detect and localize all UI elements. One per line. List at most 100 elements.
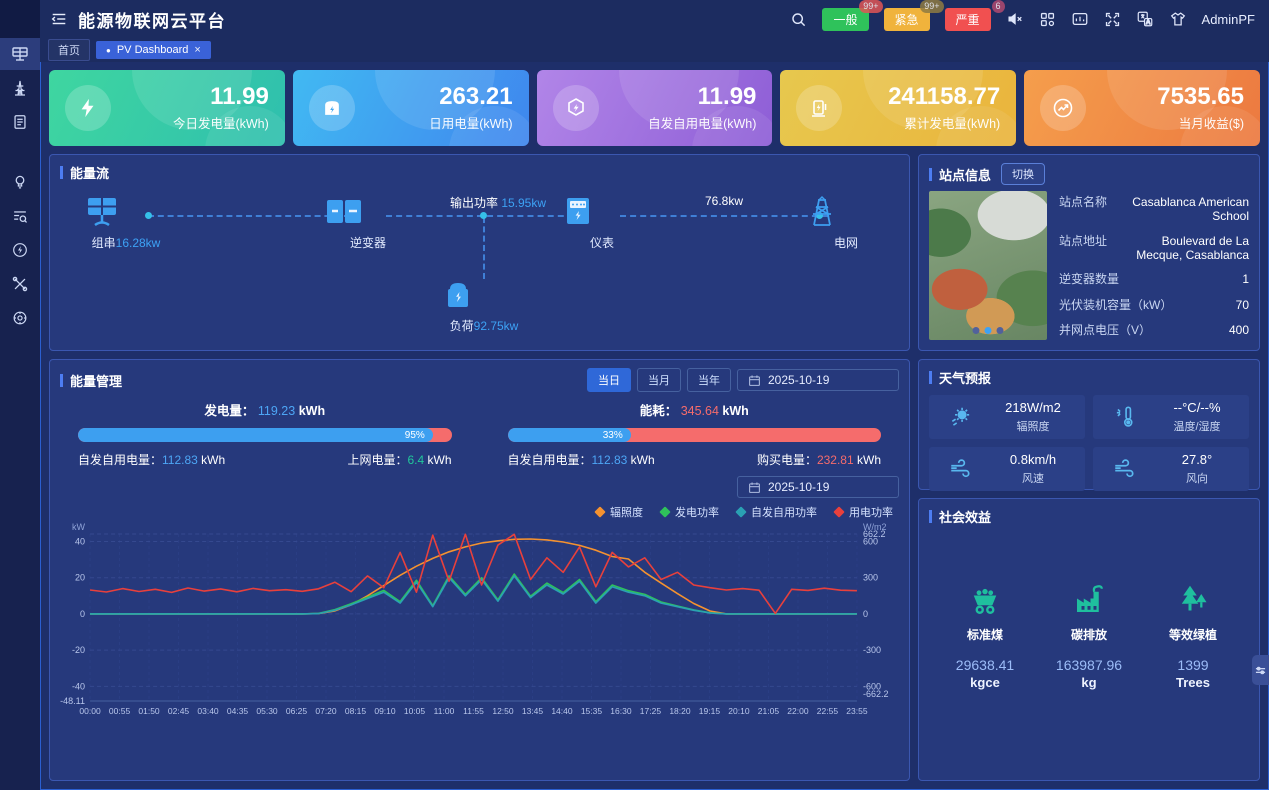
social-unit: Trees xyxy=(1148,675,1238,690)
alarm-badge-general[interactable]: 一般 99+ xyxy=(822,8,868,31)
hexagon-bolt-icon xyxy=(553,85,599,131)
mute-icon[interactable] xyxy=(1006,10,1024,28)
sidebar-item-maintenance[interactable] xyxy=(0,268,40,300)
svg-text:0: 0 xyxy=(80,609,85,619)
svg-text:06:25: 06:25 xyxy=(286,706,308,716)
svg-text:11:55: 11:55 xyxy=(463,706,484,716)
social-value: 163987.96 xyxy=(1044,657,1134,673)
search-icon[interactable] xyxy=(790,11,807,28)
power-line-chart: 00:0000:5501:5002:4503:4004:3505:3006:25… xyxy=(50,522,909,727)
user-name[interactable]: AdminPF xyxy=(1202,12,1255,27)
carousel-dot[interactable] xyxy=(997,327,1004,334)
tab-home[interactable]: 首页 xyxy=(48,39,90,61)
social-benefits-panel: 社会效益 标准煤 29638.41 kgce xyxy=(918,498,1260,781)
site-field-row: 站点名称 Casablanca American School xyxy=(1059,193,1249,223)
svg-text:kW: kW xyxy=(72,522,86,532)
factory-icon xyxy=(1044,578,1134,618)
apps-grid-icon[interactable] xyxy=(1039,11,1056,28)
svg-text:05:30: 05:30 xyxy=(256,706,278,716)
alarm-badge-urgent[interactable]: 紧急 99+ xyxy=(884,8,930,31)
social-item-carbon: 碳排放 163987.96 kg xyxy=(1044,578,1134,690)
panel-title-social: 社会效益 xyxy=(929,507,991,526)
alarm-badge-critical-label: 严重 xyxy=(956,13,980,27)
tab-close-icon[interactable]: × xyxy=(194,44,200,56)
card-daily-consumption: 263.21 日用电量(kWh) xyxy=(293,70,529,146)
flow-node-pv: 组串16.28kw xyxy=(81,194,171,251)
trees-icon xyxy=(1148,578,1238,618)
legend-generation-power[interactable]: 发电功率 xyxy=(661,504,719,520)
svg-text:07:20: 07:20 xyxy=(315,706,337,716)
calendar-icon xyxy=(748,374,761,387)
social-unit: kg xyxy=(1044,675,1134,690)
card-today-generation: 11.99 今日发电量(kWh) xyxy=(49,70,285,146)
fullscreen-icon[interactable] xyxy=(1104,11,1121,28)
consumption-progress-bar: 33% xyxy=(508,428,882,442)
charging-station-icon xyxy=(796,85,842,131)
trend-icon xyxy=(1040,85,1086,131)
meter-node-label: 仪表 xyxy=(557,234,647,251)
theme-icon[interactable] xyxy=(1169,10,1187,28)
range-tab-year[interactable]: 当年 xyxy=(687,368,731,392)
carousel-dot[interactable] xyxy=(973,327,980,334)
weather-label: 辐照度 xyxy=(987,418,1079,434)
weather-label: 温度/湿度 xyxy=(1151,418,1243,434)
list-search-icon xyxy=(11,207,29,225)
solar-panel-icon xyxy=(10,44,30,64)
feed-in-stat: 上网电量：6.4 kWh xyxy=(347,451,451,468)
inverter-node-label: 逆变器 xyxy=(323,234,413,251)
social-value: 29638.41 xyxy=(940,657,1030,673)
panel-title-weather: 天气预报 xyxy=(929,368,991,387)
site-photo[interactable] xyxy=(929,191,1047,340)
sidebar-item-device-list[interactable] xyxy=(0,200,40,232)
card-self-consumption: 11.99 自发自用电量(kWh) xyxy=(537,70,773,146)
energy-flow-panel: 能量流 输出功率 15.95kw 76.8kw xyxy=(49,154,910,351)
svg-text:22:55: 22:55 xyxy=(817,706,839,716)
inverter-icon xyxy=(323,194,413,230)
weather-value: --°C/--% xyxy=(1151,400,1243,415)
svg-text:20:10: 20:10 xyxy=(728,706,750,716)
consumption-percent-label: 33% xyxy=(603,430,623,441)
carousel-dot-active[interactable] xyxy=(985,327,992,334)
legend-irradiance[interactable]: 辐照度 xyxy=(596,504,643,520)
svg-text:-300: -300 xyxy=(863,645,881,655)
weather-value: 27.8° xyxy=(1151,452,1243,467)
menu-fold-icon[interactable] xyxy=(50,10,68,28)
social-label: 标准煤 xyxy=(940,626,1030,643)
svg-text:-662.2: -662.2 xyxy=(863,689,889,699)
settings-drawer-handle[interactable] xyxy=(1252,655,1269,685)
sidebar-item-insights[interactable] xyxy=(0,166,40,198)
legend-consumption-power[interactable]: 用电功率 xyxy=(835,504,893,520)
chart-legend: 辐照度 发电功率 自发自用功率 用电功率 xyxy=(50,498,909,520)
svg-text:09:10: 09:10 xyxy=(374,706,396,716)
card-label: 日用电量(kWh) xyxy=(429,113,512,132)
alarm-badge-urgent-count: 99+ xyxy=(920,0,943,13)
sidebar-item-pv-dashboard[interactable] xyxy=(0,38,40,70)
coal-cart-icon xyxy=(940,578,1030,618)
svg-text:18:20: 18:20 xyxy=(669,706,691,716)
chart-date-picker[interactable]: 2025-10-19 xyxy=(737,476,899,498)
grid-node-label: 电网 xyxy=(801,234,891,251)
field-label: 光伏装机容量（kW） xyxy=(1059,296,1172,313)
field-value: 400 xyxy=(1229,323,1249,337)
svg-text:A: A xyxy=(1145,19,1150,26)
sidebar-item-grid[interactable] xyxy=(0,72,40,104)
sidebar-item-reports[interactable] xyxy=(0,106,40,138)
legend-self-use-power[interactable]: 自发自用功率 xyxy=(737,504,817,520)
svg-text:01:50: 01:50 xyxy=(138,706,160,716)
translate-icon[interactable]: A xyxy=(1136,10,1154,28)
weather-tile-wind-speed: 0.8km/h 风速 xyxy=(929,447,1085,491)
svg-text:15:35: 15:35 xyxy=(581,706,603,716)
range-tab-day[interactable]: 当日 xyxy=(587,368,631,392)
generation-progress-bar: 95% xyxy=(78,428,452,442)
load-icon xyxy=(439,279,529,313)
alarm-badge-critical[interactable]: 严重 6 xyxy=(945,8,991,31)
date-picker[interactable]: 2025-10-19 xyxy=(737,369,899,391)
sidebar-item-settings[interactable] xyxy=(0,302,40,334)
range-tab-month[interactable]: 当月 xyxy=(637,368,681,392)
tab-pv-dashboard[interactable]: ● PV Dashboard × xyxy=(96,41,211,59)
generation-progress-fill: 95% xyxy=(78,428,433,442)
switch-site-button[interactable]: 切换 xyxy=(1001,163,1045,185)
dashboard-icon[interactable] xyxy=(1071,10,1089,28)
sidebar-item-energy[interactable] xyxy=(0,234,40,266)
transmission-tower-icon xyxy=(10,78,30,98)
